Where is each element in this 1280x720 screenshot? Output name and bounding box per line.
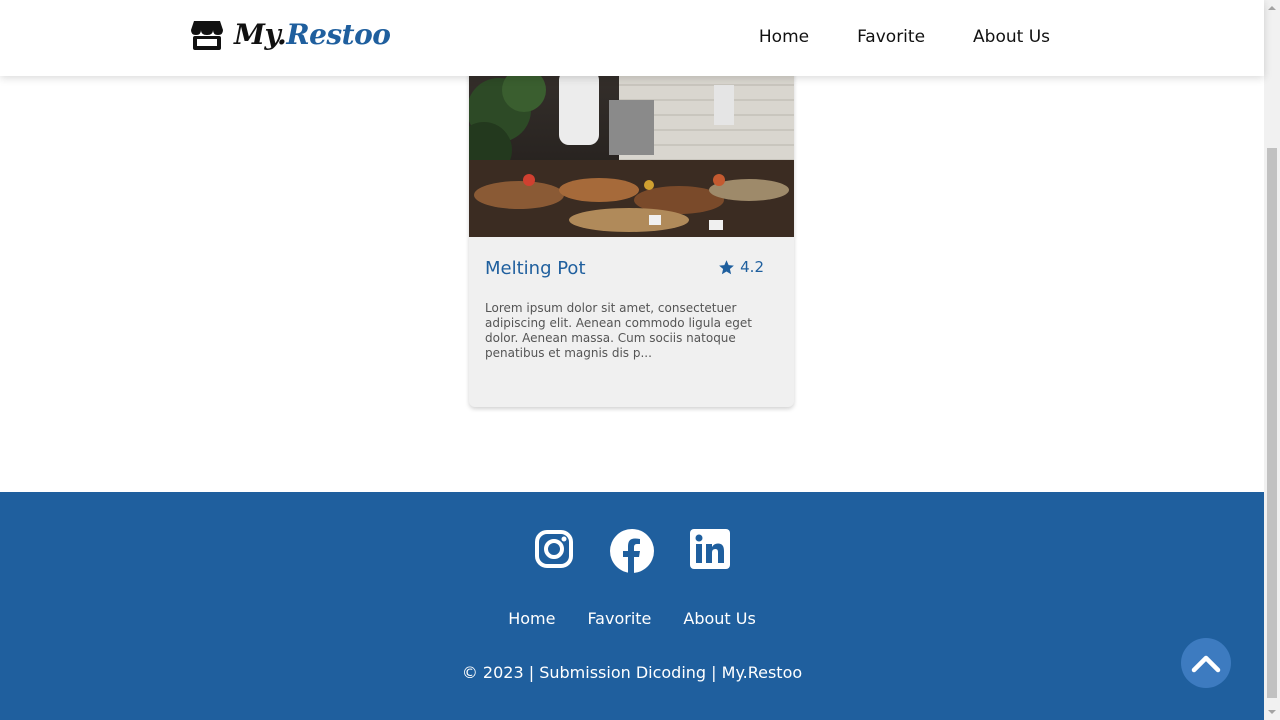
logo-prefix: My. <box>234 18 287 51</box>
logo-name: Restoo <box>286 18 391 51</box>
footer-nav-home[interactable]: Home <box>508 609 555 628</box>
scroll-down-arrow-icon[interactable] <box>1264 704 1280 720</box>
back-to-top-button[interactable] <box>1181 638 1231 688</box>
chevron-up-icon <box>1191 655 1221 673</box>
star-icon <box>719 259 735 274</box>
restaurant-card[interactable]: Melting Pot 4.2 Lorem ipsum dolor sit am… <box>469 30 794 407</box>
linkedin-icon[interactable] <box>690 529 730 569</box>
nav-favorite[interactable]: Favorite <box>857 26 925 48</box>
footer-nav-favorite[interactable]: Favorite <box>587 609 651 628</box>
nav-about-us[interactable]: About Us <box>973 26 1050 48</box>
instagram-icon[interactable] <box>534 529 574 569</box>
footer-nav: Home Favorite About Us <box>0 609 1264 628</box>
restaurant-description: Lorem ipsum dolor sit amet, consectetuer… <box>485 301 752 360</box>
vertical-scrollbar[interactable] <box>1264 0 1280 720</box>
rating: 4.2 <box>718 258 764 276</box>
logo-text: My.Restoo <box>234 18 391 52</box>
footer-nav-about-us[interactable]: About Us <box>683 609 755 628</box>
app-footer: Home Favorite About Us © 2023 | Submissi… <box>0 492 1264 720</box>
app-header: My.Restoo Home Favorite About Us <box>0 0 1264 76</box>
store-icon <box>191 21 223 50</box>
social-links <box>0 529 1264 573</box>
copyright-text: © 2023 | Submission Dicoding | My.Restoo <box>461 663 803 682</box>
scroll-up-arrow-icon[interactable] <box>1264 0 1280 16</box>
facebook-icon[interactable] <box>610 529 654 573</box>
nav-home[interactable]: Home <box>759 26 809 48</box>
scrollbar-thumb[interactable] <box>1267 148 1277 698</box>
main-nav: Home Favorite About Us <box>759 26 1050 48</box>
restaurant-name[interactable]: Melting Pot <box>485 258 586 279</box>
rating-value: 4.2 <box>740 258 764 276</box>
logo[interactable]: My.Restoo <box>190 18 391 52</box>
